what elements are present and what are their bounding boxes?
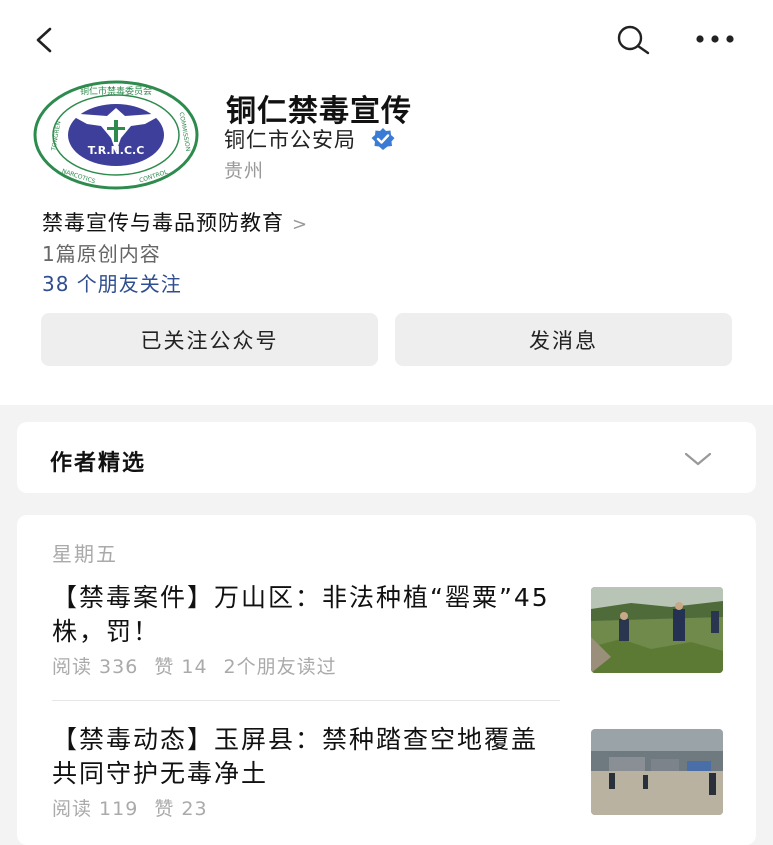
search-icon[interactable] (614, 24, 652, 56)
article-meta: 阅读 119 赞 23 (52, 794, 224, 821)
featured-title: 作者精选 (50, 451, 147, 476)
original-content-count[interactable]: 1篇原创内容 (42, 238, 161, 267)
account-region: 贵州 (224, 160, 265, 182)
more-dots-icon[interactable] (694, 33, 736, 45)
logo-center-text: T.R.N.C.C (88, 144, 145, 157)
article-date-header: 星期五 (52, 542, 118, 566)
send-message-button[interactable]: 发消息 (395, 313, 732, 366)
account-description[interactable]: 禁毒宣传与毒品预防教育 > (42, 207, 308, 237)
chevron-right-icon: > (292, 214, 309, 235)
description-text: 禁毒宣传与毒品预防教育 (42, 211, 284, 235)
chevron-down-icon[interactable] (684, 451, 712, 467)
account-organization[interactable]: 铜仁市公安局 (224, 124, 396, 154)
article-meta: 阅读 336 赞 14 2个朋友读过 (52, 652, 353, 679)
like-count: 赞 14 (154, 656, 208, 678)
article-thumbnail[interactable] (591, 587, 723, 673)
logo-ring-top-text: 铜仁市禁毒委员会 (80, 85, 152, 97)
article-title[interactable]: 【禁毒案件】万山区：非法种植“罂粟”45株，罚！ (52, 581, 562, 649)
followed-button[interactable]: 已关注公众号 (41, 313, 378, 366)
back-arrow-icon[interactable] (30, 26, 58, 54)
friends-following[interactable]: 38 个朋友关注 (42, 268, 182, 297)
organization-label: 铜仁市公安局 (224, 128, 356, 152)
read-count: 阅读 119 (52, 798, 139, 820)
account-logo: T.R.N.C.C 铜仁市禁毒委员会 TONGREN COMMISSION NA… (33, 80, 199, 190)
article-thumbnail[interactable] (591, 729, 723, 815)
article-title[interactable]: 【禁毒动态】玉屏县：禁种踏查空地覆盖 共同守护无毒净土 (52, 723, 562, 791)
like-count: 赞 23 (154, 798, 208, 820)
verified-badge-icon (371, 128, 395, 150)
article-divider (52, 700, 560, 701)
read-count: 阅读 336 (52, 656, 139, 678)
friends-read: 2个朋友读过 (223, 656, 337, 678)
